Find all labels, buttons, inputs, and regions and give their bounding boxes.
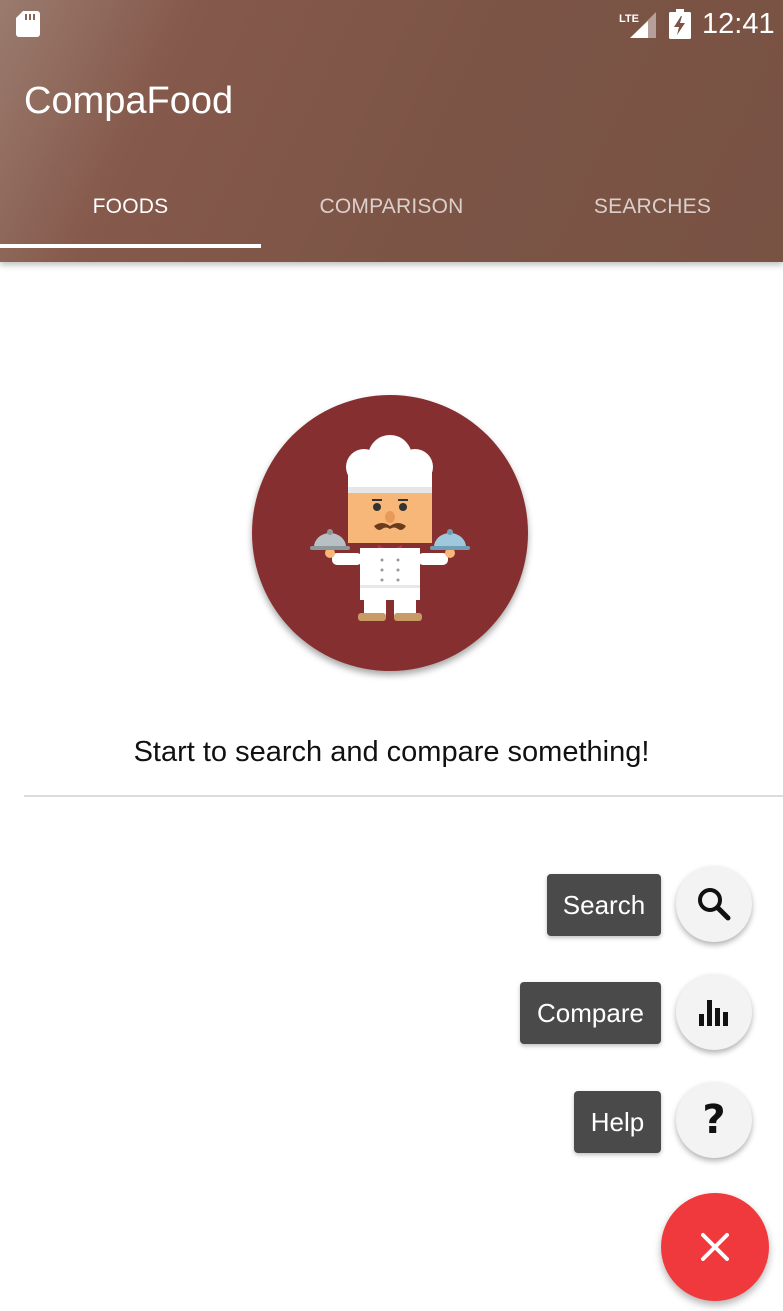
sd-card-icon — [16, 11, 40, 37]
chef-illustration — [252, 395, 528, 671]
tab-bar: FOODS COMPARISON SEARCHES — [0, 170, 783, 248]
tab-indicator — [0, 244, 261, 248]
tab-comparison[interactable]: COMPARISON — [261, 170, 522, 248]
battery-charging-icon — [669, 9, 691, 39]
status-bar: LTE 12:41 — [0, 0, 783, 50]
close-speed-dial-button[interactable] — [661, 1193, 769, 1301]
divider — [24, 795, 783, 797]
search-icon — [698, 888, 731, 921]
empty-state-message: Start to search and compare something! — [133, 736, 650, 768]
lte-signal-icon: LTE — [619, 12, 656, 38]
bar-chart-icon — [699, 1000, 728, 1026]
app-bar: LTE 12:41 CompaFood FOODS COMPARISON SEA… — [0, 0, 783, 262]
app-title: CompaFood — [24, 80, 234, 122]
svg-text:LTE: LTE — [619, 13, 639, 25]
help-icon: ? — [702, 1097, 726, 1143]
search-label[interactable]: Search — [547, 874, 661, 936]
tab-foods[interactable]: FOODS — [0, 170, 261, 248]
chef-icon — [310, 435, 470, 621]
help-button[interactable]: ? — [676, 1082, 752, 1158]
help-label[interactable]: Help — [574, 1091, 661, 1153]
close-icon — [701, 1233, 729, 1261]
compare-button[interactable] — [676, 974, 752, 1050]
tab-searches[interactable]: SEARCHES — [522, 170, 783, 248]
clock: 12:41 — [702, 8, 775, 40]
compare-label[interactable]: Compare — [520, 982, 661, 1044]
search-button[interactable] — [676, 866, 752, 942]
app-screen: LTE 12:41 CompaFood FOODS COMPARISON SEA… — [0, 0, 783, 1311]
